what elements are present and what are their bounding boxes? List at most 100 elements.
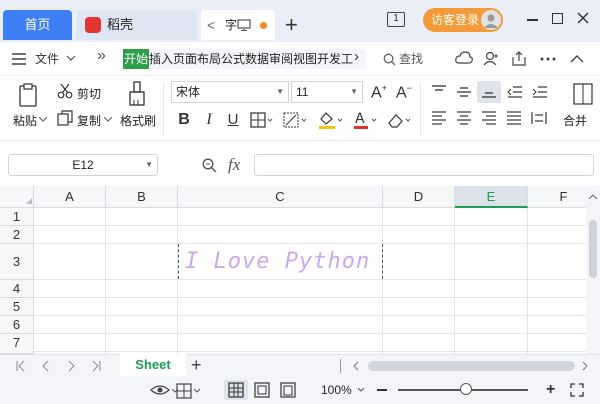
merge-cells-icon[interactable] xyxy=(573,83,593,105)
scissors-icon[interactable] xyxy=(57,83,73,99)
fill-pattern-icon[interactable] xyxy=(283,112,309,128)
scroll-left-icon[interactable] xyxy=(352,361,360,371)
horizontal-scrollbar[interactable] xyxy=(368,361,575,371)
align-center-icon[interactable] xyxy=(456,111,472,125)
increase-font-icon[interactable]: A+ xyxy=(371,83,387,102)
more-tabs-icon[interactable]: » xyxy=(97,47,106,65)
new-tab-button[interactable]: + xyxy=(285,10,298,40)
prev-sheet-icon[interactable] xyxy=(40,360,52,372)
italic-button[interactable]: I xyxy=(199,110,219,130)
distributed-align-icon[interactable] xyxy=(531,111,547,125)
copy-icon[interactable] xyxy=(57,110,73,126)
first-sheet-icon[interactable] xyxy=(15,360,27,372)
tab-start[interactable]: 开始 xyxy=(123,49,150,69)
zoom-in-button[interactable]: + xyxy=(546,381,555,399)
row-header-5[interactable]: 5 xyxy=(0,298,34,316)
font-size-select[interactable]: 11 ▼ xyxy=(291,81,363,103)
decrease-indent-icon[interactable] xyxy=(507,85,523,99)
page-indicator-icon[interactable]: 1 xyxy=(387,12,405,27)
format-painter-button[interactable]: 格式刷 xyxy=(120,112,156,129)
collaborate-user-icon[interactable] xyxy=(483,51,499,66)
freeze-chevron-down-icon[interactable] xyxy=(194,389,200,393)
copy-chevron-down-icon[interactable] xyxy=(104,117,112,122)
cut-button[interactable]: 剪切 xyxy=(77,85,101,102)
next-sheet-icon[interactable] xyxy=(65,360,77,372)
paste-icon[interactable] xyxy=(18,83,38,107)
column-header-b[interactable]: B xyxy=(106,186,178,208)
font-name-select[interactable]: 宋体 ▼ xyxy=(171,81,289,103)
search-label[interactable]: 查找 xyxy=(399,50,423,67)
tab-scroll-left-icon[interactable]: < xyxy=(207,17,215,33)
fullscreen-icon[interactable] xyxy=(570,383,584,397)
sheet-tab-active[interactable]: Sheet xyxy=(120,354,186,376)
decrease-font-icon[interactable]: A− xyxy=(396,83,412,102)
ribbon-tab-list[interactable]: 插入页面布局公式数据审阅视图开发工 xyxy=(149,49,353,69)
row-header-1[interactable]: 1 xyxy=(0,208,34,226)
last-sheet-icon[interactable] xyxy=(90,360,102,372)
paste-button[interactable]: 粘贴 xyxy=(13,112,37,129)
font-color-icon[interactable]: A xyxy=(352,110,380,130)
increase-indent-icon[interactable] xyxy=(532,85,548,99)
close-icon[interactable] xyxy=(576,11,590,25)
more-options-icon[interactable] xyxy=(540,57,556,61)
select-all-corner[interactable] xyxy=(0,186,34,208)
file-menu[interactable]: 文件 xyxy=(35,50,59,67)
bold-button[interactable]: B xyxy=(174,110,194,130)
cell-c3[interactable]: I Love Python xyxy=(185,249,370,274)
file-menu-chevron-down-icon[interactable] xyxy=(66,55,76,61)
scroll-right-icon[interactable] xyxy=(581,361,589,371)
vertical-scroll-thumb[interactable] xyxy=(589,220,597,278)
zoom-slider-knob[interactable] xyxy=(459,383,472,395)
align-bottom-icon[interactable] xyxy=(477,81,501,103)
share-icon[interactable] xyxy=(511,51,527,66)
fx-icon[interactable]: fx xyxy=(228,155,240,175)
formula-input[interactable] xyxy=(254,154,594,176)
minimize-icon[interactable] xyxy=(527,19,538,21)
cloud-sync-icon[interactable] xyxy=(455,51,473,65)
page-break-view-icon[interactable] xyxy=(254,382,270,398)
eye-protection-icon[interactable] xyxy=(150,384,170,396)
normal-view-icon[interactable] xyxy=(224,380,248,400)
zoom-chevron-down-icon[interactable] xyxy=(358,388,364,392)
underline-button[interactable]: U xyxy=(223,110,243,130)
column-header-e[interactable]: E xyxy=(455,186,528,208)
fill-color-icon[interactable] xyxy=(317,110,345,130)
row-header-2[interactable]: 2 xyxy=(0,226,34,244)
row-header-4[interactable]: 4 xyxy=(0,280,34,298)
name-box-caret-icon[interactable]: ▼ xyxy=(145,155,153,175)
zoom-search-icon[interactable] xyxy=(202,158,217,173)
spreadsheet-grid[interactable]: A B C D E F 1 2 3 4 5 6 7 I Love Python xyxy=(0,184,600,354)
borders-icon[interactable] xyxy=(250,112,274,128)
row-header-6[interactable]: 6 xyxy=(0,316,34,334)
ribbon-next-icon[interactable]: › xyxy=(354,48,359,65)
row-header-3[interactable]: 3 xyxy=(0,244,34,280)
maximize-icon[interactable] xyxy=(552,13,563,24)
align-right-icon[interactable] xyxy=(481,111,497,125)
collapse-ribbon-icon[interactable] xyxy=(570,55,584,63)
visitor-login-button[interactable]: 访客登录 xyxy=(423,8,503,32)
freeze-panes-icon[interactable] xyxy=(176,383,192,399)
column-header-a[interactable]: A xyxy=(34,186,106,208)
tab-home[interactable]: 首页 xyxy=(3,10,72,40)
format-painter-icon[interactable] xyxy=(128,81,146,107)
zoom-out-button[interactable] xyxy=(377,389,387,391)
copy-button[interactable]: 复制 xyxy=(77,112,101,129)
hamburger-icon[interactable] xyxy=(12,53,26,65)
clear-format-icon[interactable] xyxy=(386,111,414,129)
merge-button[interactable]: 合并 xyxy=(563,112,587,129)
search-icon[interactable] xyxy=(383,53,396,66)
column-header-d[interactable]: D xyxy=(383,186,455,208)
zoom-level[interactable]: 100% xyxy=(321,383,352,397)
column-header-c[interactable]: C xyxy=(178,186,383,208)
tab-current-workbook[interactable]: < 字 xyxy=(201,10,275,40)
align-middle-icon[interactable] xyxy=(456,85,472,99)
reading-view-icon[interactable] xyxy=(280,382,296,398)
add-sheet-button[interactable]: + xyxy=(191,355,202,375)
name-box[interactable]: E12 ▼ xyxy=(8,154,158,176)
align-top-icon[interactable] xyxy=(431,85,447,99)
paste-chevron-down-icon[interactable] xyxy=(39,117,47,122)
justify-icon[interactable] xyxy=(506,111,522,125)
tab-docer[interactable]: 稻壳 xyxy=(77,10,197,40)
row-header-7[interactable]: 7 xyxy=(0,334,34,354)
align-left-icon[interactable] xyxy=(431,111,447,125)
